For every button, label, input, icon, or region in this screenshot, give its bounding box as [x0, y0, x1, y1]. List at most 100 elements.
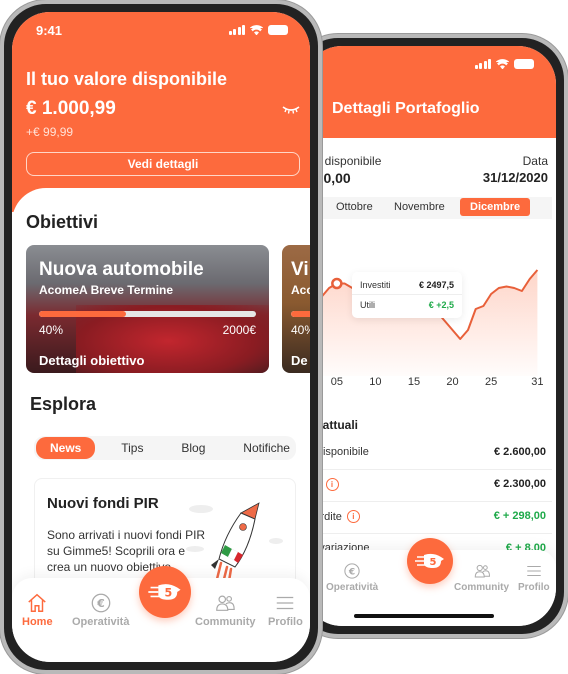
goal-target: 2000€: [222, 323, 256, 337]
goals-title: Obiettivi: [26, 212, 99, 232]
tab-news[interactable]: News: [36, 437, 96, 459]
tooltip-invested-value: € 2497,5: [418, 280, 454, 290]
gimme5-button[interactable]: 5: [139, 566, 191, 618]
home-icon: [28, 593, 47, 612]
goal-card[interactable]: Nuova automobile AcomeA Breve Termine 40…: [26, 245, 269, 373]
nav-home[interactable]: Home: [22, 592, 53, 628]
explore-tabs: News Tips Blog Notifiche: [34, 436, 296, 460]
row-value: € 2.300,00: [494, 478, 546, 490]
gimme5-logo-icon: 5: [148, 584, 181, 600]
nav-label: Community: [195, 616, 256, 628]
explore-title: Esplora: [30, 394, 97, 414]
euro-icon: €: [344, 563, 360, 579]
see-details-button[interactable]: Vedi dettagli: [26, 152, 300, 176]
status-bar: 9:41: [12, 12, 310, 48]
goal-card[interactable]: Vi Aco 40% De: [282, 245, 310, 373]
value-row: stitii € 2.300,00: [304, 470, 552, 502]
phone-portfolio-details: :41 Dettagli Portafoglio ore disponibile…: [292, 34, 568, 638]
svg-text:5: 5: [430, 557, 437, 568]
info-icon[interactable]: i: [325, 478, 339, 491]
month-tab-novembre[interactable]: Novembre: [394, 201, 445, 213]
page-title: Dettagli Portafoglio: [332, 100, 480, 117]
tooltip-invested-label: Investiti: [360, 280, 391, 290]
x-tick: 31: [531, 376, 544, 388]
bottom-nav: Home € Operatività 5 Community Profilo: [304, 538, 556, 626]
goal-progress-bar: [291, 311, 310, 317]
portfolio-screen: :41 Dettagli Portafoglio ore disponibile…: [304, 46, 556, 626]
x-tick: 15: [407, 376, 421, 388]
nav-label: Home: [22, 616, 53, 628]
x-tick: 05: [330, 376, 343, 388]
tooltip-profit-label: Utili: [360, 300, 375, 310]
home-indicator: [354, 614, 494, 618]
goal-details-link[interactable]: Dettagli obiettivo: [39, 353, 144, 368]
tab-notifiche[interactable]: Notifiche: [231, 438, 292, 458]
nav-label: Profilo: [268, 616, 303, 628]
gimme5-button[interactable]: 5: [407, 538, 453, 584]
month-tabs: ore Ottobre Novembre Dicembre: [304, 197, 552, 219]
nav-label: Operatività: [72, 616, 130, 628]
svg-text:€: €: [96, 597, 105, 610]
goal-details-link[interactable]: De: [291, 353, 308, 368]
goal-progress-fill: [39, 311, 126, 317]
signal-icon: [228, 25, 245, 35]
bottom-nav: Home € Operatività 5 Community Profilo: [12, 566, 310, 662]
tab-tips[interactable]: Tips: [109, 438, 155, 458]
nav-community[interactable]: Community: [195, 592, 256, 628]
nav-operativita[interactable]: € Operatività: [326, 562, 378, 593]
info-icon[interactable]: i: [346, 510, 360, 523]
signal-icon: [474, 59, 491, 69]
nav-label: Community: [454, 582, 509, 593]
x-tick: 20: [446, 376, 459, 388]
status-time: 9:41: [36, 22, 63, 38]
nav-label: Operatività: [326, 582, 379, 593]
goal-fund: Aco: [291, 283, 310, 297]
chart-tooltip: Investiti € 2497,5 Utili € +2,5: [352, 272, 462, 318]
x-tick: 10: [369, 376, 382, 388]
goal-progress-bar: [39, 311, 256, 317]
goal-name: Vi: [291, 259, 309, 280]
month-tab-dicembre[interactable]: Dicembre: [460, 198, 531, 216]
value-row: re disponibile € 2.600,00: [304, 438, 552, 470]
value-row: /Perdite i € + 298,00: [304, 502, 552, 534]
nav-profilo[interactable]: Profilo: [268, 592, 303, 628]
row-value: € 2.600,00: [494, 446, 546, 458]
nav-operativita[interactable]: € Operatività: [72, 592, 129, 628]
news-title: Nuovi fondi PIR: [47, 495, 159, 512]
chart-highlight-point: [331, 277, 343, 290]
goal-progress-label: 40%: [291, 323, 310, 337]
goal-fund: AcomeA Breve Termine: [39, 283, 174, 297]
svg-text:€: €: [348, 567, 355, 577]
wifi-icon: [250, 25, 263, 35]
goal-name: Nuova automobile: [39, 259, 204, 280]
nav-profilo[interactable]: Profilo: [518, 562, 550, 593]
available-amount: € 1.000,99: [26, 98, 116, 119]
phone-home: 9:41 Il tuo valore disponibile € 1.000,9…: [0, 0, 322, 674]
menu-icon: [527, 565, 541, 577]
community-icon: [216, 595, 236, 611]
x-tick: 25: [484, 376, 498, 388]
nav-community[interactable]: Community: [454, 562, 509, 593]
eye-closed-icon[interactable]: [282, 104, 300, 114]
row-value: € + 298,00: [493, 510, 546, 522]
community-icon: [474, 564, 490, 578]
gimme5-logo-icon: 5: [415, 553, 444, 568]
menu-icon: [277, 596, 294, 610]
nav-label: Profilo: [518, 582, 550, 593]
wifi-icon: [496, 59, 509, 69]
goal-progress-fill: [291, 311, 310, 317]
svg-text:5: 5: [164, 586, 172, 599]
amount-delta: +€ 99,99: [26, 125, 74, 139]
euro-icon: €: [91, 593, 111, 613]
status-bar: :41: [304, 46, 556, 82]
battery-icon: [514, 59, 534, 69]
month-tab-ottobre[interactable]: Ottobre: [336, 201, 373, 213]
tab-blog[interactable]: Blog: [169, 438, 217, 458]
battery-icon: [268, 25, 288, 35]
hero-title: Il tuo valore disponibile: [26, 69, 228, 89]
goal-progress-label: 40%: [39, 323, 64, 337]
tooltip-profit-value: € +2,5: [428, 300, 454, 310]
date-value: 31/12/2020: [482, 170, 548, 185]
home-screen: 9:41 Il tuo valore disponibile € 1.000,9…: [12, 12, 310, 662]
date-label: Data: [522, 154, 548, 168]
